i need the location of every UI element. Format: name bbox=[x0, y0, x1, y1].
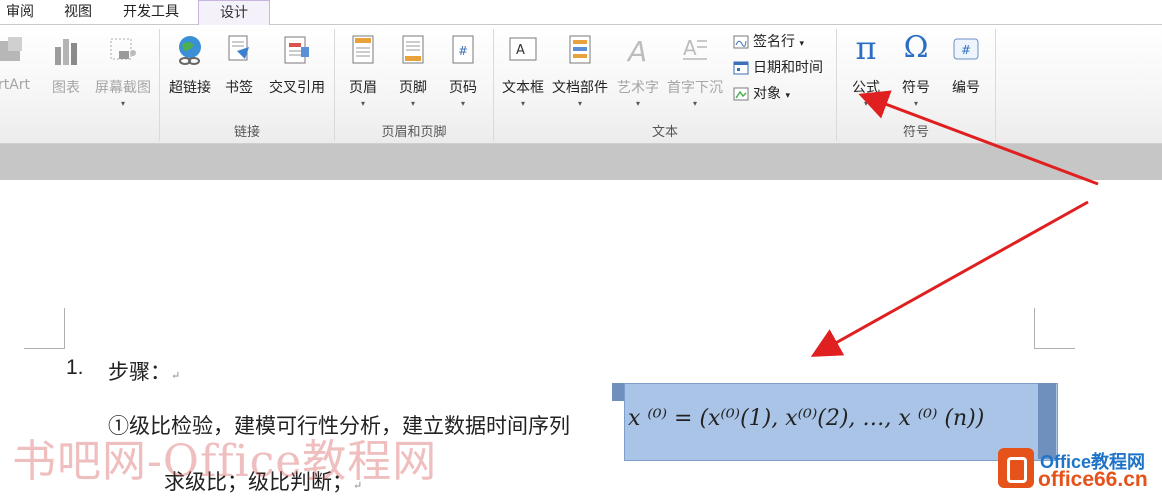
ruler-area bbox=[0, 144, 1162, 180]
textbox-icon: A bbox=[509, 37, 537, 61]
screenshot-label: 屏幕截图 bbox=[95, 80, 151, 96]
quick-parts-dropdown-icon: ▾ bbox=[577, 99, 582, 108]
cross-reference-button[interactable]: 交叉引用 bbox=[264, 33, 330, 121]
header-button[interactable]: 页眉 ▾ bbox=[342, 33, 384, 121]
object-label: 对象 bbox=[753, 86, 781, 102]
hyperlink-button[interactable]: 超链接 bbox=[164, 33, 216, 121]
page-number-icon: # bbox=[452, 35, 474, 64]
wordart-dropdown-icon: ▾ bbox=[635, 99, 640, 108]
footer-icon bbox=[402, 35, 424, 64]
footer-dropdown-icon: ▾ bbox=[410, 99, 415, 108]
svg-text:A: A bbox=[683, 36, 697, 60]
numbering-button[interactable]: # 编号 bbox=[944, 33, 988, 121]
wordart-label: 艺术字 bbox=[617, 80, 659, 96]
tab-design[interactable]: 设计 bbox=[198, 0, 270, 26]
list-number: 1. bbox=[66, 356, 84, 379]
page-corner-mark bbox=[24, 308, 65, 349]
textbox-button[interactable]: A 文本框 ▾ bbox=[498, 33, 548, 121]
screenshot-dropdown-icon: ▾ bbox=[120, 99, 125, 108]
equation-pi-icon: π bbox=[855, 29, 877, 67]
quick-parts-button[interactable]: 文档部件 ▾ bbox=[550, 33, 610, 121]
bookmark-label: 书签 bbox=[225, 80, 253, 96]
cross-reference-icon bbox=[284, 36, 309, 64]
cross-reference-label: 交叉引用 bbox=[269, 80, 325, 96]
group-label-symbols: 符号 bbox=[902, 125, 929, 140]
signature-line-button[interactable]: 签名行 ▾ bbox=[733, 31, 804, 53]
smartart-label: rtArt bbox=[0, 77, 31, 93]
signature-line-dropdown-icon: ▾ bbox=[799, 39, 804, 49]
equation-label: 公式 bbox=[852, 80, 880, 96]
textbox-label: 文本框 bbox=[502, 80, 544, 96]
symbol-dropdown-icon: ▾ bbox=[913, 99, 918, 108]
footer-button[interactable]: 页脚 ▾ bbox=[392, 33, 434, 121]
paragraph-mark: ↵ bbox=[171, 369, 181, 382]
group-separator bbox=[995, 29, 996, 141]
chart-label: 图表 bbox=[52, 80, 80, 96]
chart-button[interactable]: 图表 bbox=[44, 33, 88, 121]
svg-text:A: A bbox=[516, 43, 525, 58]
ribbon: rtArt 图表 屏幕截图 ▾ 超链接 书签 交叉引用 链接 页眉 ▾ 页脚 ▾… bbox=[0, 25, 1162, 144]
date-time-label: 日期和时间 bbox=[753, 60, 823, 76]
group-label-links: 链接 bbox=[233, 125, 260, 140]
symbol-omega-icon: Ω bbox=[903, 30, 929, 65]
hyperlink-label: 超链接 bbox=[169, 80, 211, 96]
svg-text:#: # bbox=[458, 44, 468, 58]
step-heading: 步骤：↵ bbox=[108, 356, 180, 386]
textbox-dropdown-icon: ▾ bbox=[520, 99, 525, 108]
drop-cap-label: 首字下沉 bbox=[667, 80, 723, 96]
object-dropdown-icon: ▾ bbox=[785, 91, 790, 101]
bookmark-button[interactable]: 书签 bbox=[220, 33, 258, 121]
smartart-icon bbox=[0, 37, 22, 61]
page-number-dropdown-icon: ▾ bbox=[460, 99, 465, 108]
hyperlink-globe-icon bbox=[179, 36, 201, 65]
tab-review[interactable]: 审阅 bbox=[0, 0, 40, 24]
wordart-icon: A bbox=[626, 35, 647, 67]
header-dropdown-icon: ▾ bbox=[360, 99, 365, 108]
object-button[interactable]: 对象 ▾ bbox=[733, 83, 790, 105]
page-number-button[interactable]: # 页码 ▾ bbox=[442, 33, 484, 121]
ribbon-tab-bar: 审阅 视图 开发工具 设计 bbox=[0, 0, 1162, 26]
bookmark-icon bbox=[228, 35, 249, 61]
symbol-button[interactable]: Ω 符号 ▾ bbox=[894, 30, 938, 121]
page-number-label: 页码 bbox=[449, 80, 477, 96]
tab-developer[interactable]: 开发工具 bbox=[114, 0, 188, 24]
date-time-button[interactable]: 日期和时间 bbox=[733, 57, 823, 79]
equation-text[interactable]: x ⁽⁰⁾ = (x⁽⁰⁾(1), x⁽⁰⁾(2), …, x ⁽⁰⁾ (n)) bbox=[628, 406, 984, 431]
wordart-button[interactable]: A 艺术字 ▾ bbox=[614, 33, 662, 121]
header-icon bbox=[352, 35, 374, 64]
equation-dropdown-icon: ▾ bbox=[863, 99, 868, 108]
symbol-label: 符号 bbox=[902, 80, 930, 96]
numbering-icon: # bbox=[953, 38, 979, 60]
drop-cap-icon: A bbox=[683, 36, 707, 60]
svg-text:#: # bbox=[961, 43, 971, 57]
quick-parts-icon bbox=[569, 35, 591, 64]
step-heading-text: 步骤： bbox=[108, 360, 171, 384]
svg-text:A: A bbox=[626, 35, 647, 67]
signature-line-label: 签名行 bbox=[753, 34, 795, 50]
group-label-text: 文本 bbox=[651, 125, 678, 140]
logo-domain: office66.cn bbox=[1038, 468, 1148, 491]
site-logo: Office教程网 office66.cn bbox=[998, 446, 1162, 496]
group-label-header-footer: 页眉和页脚 bbox=[381, 125, 447, 140]
object-icon bbox=[733, 87, 749, 101]
drop-cap-button[interactable]: A 首字下沉 ▾ bbox=[664, 33, 726, 121]
numbering-label: 编号 bbox=[952, 80, 980, 96]
quick-parts-label: 文档部件 bbox=[552, 80, 608, 96]
header-label: 页眉 bbox=[349, 80, 377, 96]
watermark-text: 书吧网-Office教程网 bbox=[12, 436, 438, 487]
bar-chart-icon bbox=[55, 39, 77, 65]
screenshot-button[interactable]: 屏幕截图 ▾ bbox=[92, 33, 154, 121]
equation-drag-handle[interactable] bbox=[612, 383, 624, 401]
office-logo-icon bbox=[998, 448, 1034, 488]
drop-cap-dropdown-icon: ▾ bbox=[692, 99, 697, 108]
page-corner-mark bbox=[1034, 308, 1075, 349]
screenshot-icon bbox=[110, 38, 136, 60]
footer-label: 页脚 bbox=[399, 80, 427, 96]
equation-button[interactable]: π 公式 ▾ bbox=[844, 29, 888, 121]
signature-line-icon bbox=[733, 35, 749, 49]
tab-view[interactable]: 视图 bbox=[56, 0, 100, 24]
calendar-icon bbox=[733, 61, 749, 75]
smartart-button[interactable]: rtArt bbox=[0, 33, 42, 121]
